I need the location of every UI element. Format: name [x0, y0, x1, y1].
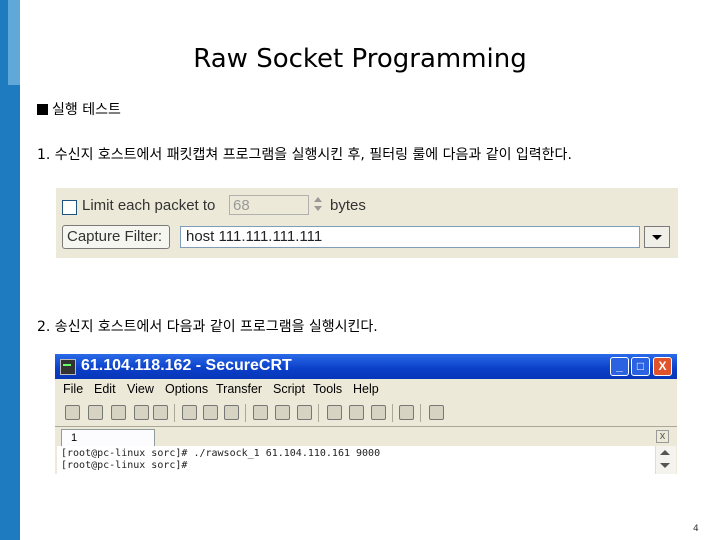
print-icon[interactable]: [253, 405, 268, 420]
paste-icon[interactable]: [203, 405, 218, 420]
disconnect-icon[interactable]: [153, 405, 168, 420]
print-setup-icon[interactable]: [297, 405, 312, 420]
window-titlebar[interactable]: 61.104.118.162 - SecureCRT _ □ X: [55, 354, 677, 379]
reconnect-icon[interactable]: [134, 405, 149, 420]
menu-bar: File Edit View Options Transfer Script T…: [55, 379, 677, 400]
square-bullet-icon: [37, 104, 48, 115]
terminal-line: [root@pc-linux sorc]# ./rawsock_1 61.104…: [61, 448, 381, 459]
page-number: 4: [693, 524, 699, 534]
close-button[interactable]: X: [653, 357, 672, 376]
toolbar-separator: [245, 404, 246, 422]
connect-tab-icon[interactable]: [111, 405, 126, 420]
session-tab-bar: 1 61.104.1°0.162 x: [55, 426, 677, 460]
menu-transfer[interactable]: Transfer: [216, 382, 262, 396]
menu-help[interactable]: Help: [353, 382, 379, 396]
limit-bytes-spinner[interactable]: [312, 195, 324, 215]
slide-title: Raw Socket Programming: [193, 44, 527, 74]
toolbar-separator: [318, 404, 319, 422]
session-tab[interactable]: 1 61.104.1°0.162: [61, 429, 155, 460]
scroll-up-icon[interactable]: [660, 450, 670, 455]
maximize-button[interactable]: □: [631, 357, 650, 376]
copy-icon[interactable]: [182, 405, 197, 420]
section-heading-text: 실행 테스트: [52, 102, 121, 118]
help-icon[interactable]: [399, 405, 414, 420]
keymap-icon[interactable]: [349, 405, 364, 420]
menu-view[interactable]: View: [127, 382, 154, 396]
limit-bytes-input[interactable]: 68: [229, 195, 309, 215]
minimize-button[interactable]: _: [610, 357, 629, 376]
filter-dropdown-button[interactable]: [644, 226, 670, 248]
scroll-down-icon[interactable]: [660, 463, 670, 468]
left-accent-bar: [0, 0, 20, 540]
capture-filter-input[interactable]: host 111.111.111.111: [180, 226, 640, 248]
toolbar: [55, 400, 677, 426]
step-1-text: 1. 수신지 호스트에서 패킷캡쳐 프로그램을 실행시킨 후, 필터링 룰에 다…: [37, 147, 572, 163]
terminal-output[interactable]: [root@pc-linux sorc]# ./rawsock_1 61.104…: [57, 446, 655, 474]
find-icon[interactable]: [224, 405, 239, 420]
session-options-icon[interactable]: [327, 405, 342, 420]
connect-icon[interactable]: [65, 405, 80, 420]
window-title: 61.104.118.162 - SecureCRT: [81, 357, 292, 374]
quick-connect-icon[interactable]: [88, 405, 103, 420]
step-2-text: 2. 송신지 호스트에서 다음과 같이 프로그램을 실행시킨다.: [37, 319, 378, 335]
print-selection-icon[interactable]: [275, 405, 290, 420]
chevron-down-icon: [652, 235, 662, 240]
securecrt-window: 61.104.118.162 - SecureCRT _ □ X File Ed…: [55, 354, 677, 474]
spinner-down-icon[interactable]: [314, 206, 322, 211]
menu-edit[interactable]: Edit: [94, 382, 116, 396]
toolbar-separator: [174, 404, 175, 422]
toolbar-separator: [420, 404, 421, 422]
menu-script[interactable]: Script: [273, 382, 305, 396]
capture-filter-button[interactable]: Capture Filter:: [62, 225, 170, 249]
about-icon[interactable]: [429, 405, 444, 420]
limit-packet-checkbox[interactable]: [62, 200, 77, 215]
toolbar-separator: [392, 404, 393, 422]
terminal-app-icon: [60, 359, 76, 375]
section-heading: 실행 테스트: [37, 99, 121, 119]
tab-close-icon[interactable]: x: [656, 430, 669, 443]
menu-tools[interactable]: Tools: [313, 382, 342, 396]
menu-options[interactable]: Options: [165, 382, 208, 396]
terminal-line: [root@pc-linux sorc]#: [61, 460, 188, 471]
capture-filter-panel: Limit each packet to 68 bytes Capture Fi…: [56, 188, 678, 258]
bytes-label: bytes: [330, 197, 366, 214]
limit-packet-label: Limit each packet to: [82, 197, 216, 214]
sftp-icon[interactable]: [371, 405, 386, 420]
menu-file[interactable]: File: [63, 382, 83, 396]
terminal-scrollbar[interactable]: [655, 446, 676, 474]
spinner-up-icon[interactable]: [314, 197, 322, 202]
